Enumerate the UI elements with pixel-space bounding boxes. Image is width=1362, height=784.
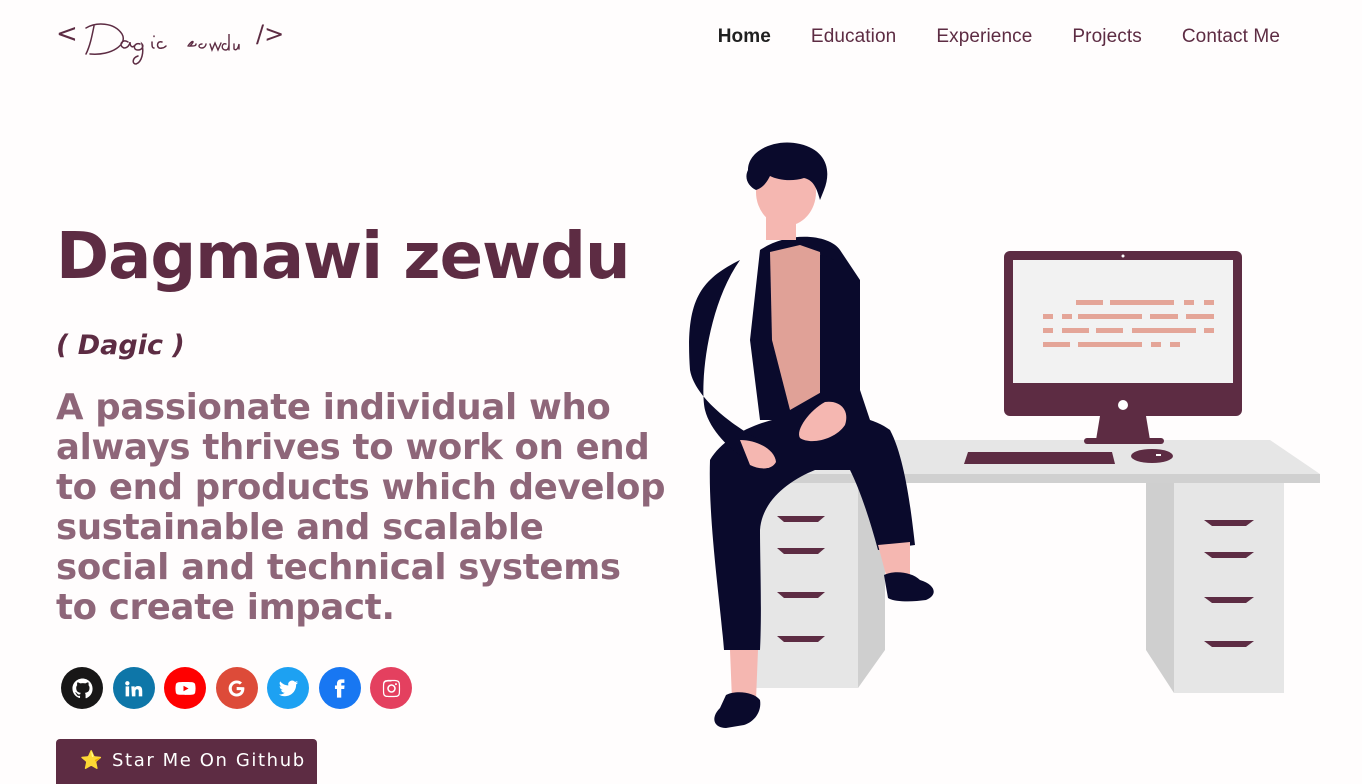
hero-nickname: ( Dagic ) <box>56 330 185 361</box>
github-button[interactable] <box>61 667 103 709</box>
facebook-icon <box>334 678 345 698</box>
google-icon <box>228 679 245 697</box>
social-links <box>61 667 412 709</box>
nav-projects[interactable]: Projects <box>1052 22 1161 52</box>
hero-name: Dagmawi zewdu <box>56 220 630 294</box>
logo-right-bracket: /> <box>256 20 284 48</box>
facebook-button[interactable] <box>318 667 361 709</box>
nav-home[interactable]: Home <box>698 22 791 52</box>
twitter-icon <box>278 680 298 696</box>
linkedin-button[interactable] <box>112 667 155 709</box>
google-button[interactable] <box>215 667 258 709</box>
main-nav: Home Education Experience Projects Conta… <box>698 22 1300 52</box>
instagram-icon <box>382 679 400 697</box>
hero-bio: A passionate individual who always thriv… <box>56 387 666 628</box>
nav-education[interactable]: Education <box>791 22 916 52</box>
star-icon: ⭐ <box>80 750 105 771</box>
logo-left-bracket: < <box>56 19 78 49</box>
instagram-button[interactable] <box>370 667 412 709</box>
nav-contact[interactable]: Contact Me <box>1162 22 1300 52</box>
star-button-label: Star Me On Github <box>112 750 306 771</box>
nav-experience[interactable]: Experience <box>916 22 1052 52</box>
star-on-github-button[interactable]: ⭐ Star Me On Github <box>56 739 317 784</box>
hero-illustration <box>680 140 1330 750</box>
github-icon <box>71 677 93 698</box>
linkedin-icon <box>125 680 143 696</box>
youtube-button[interactable] <box>164 667 206 709</box>
youtube-icon <box>174 681 196 695</box>
site-logo[interactable]: < /> <box>56 14 288 70</box>
twitter-button[interactable] <box>267 667 309 709</box>
